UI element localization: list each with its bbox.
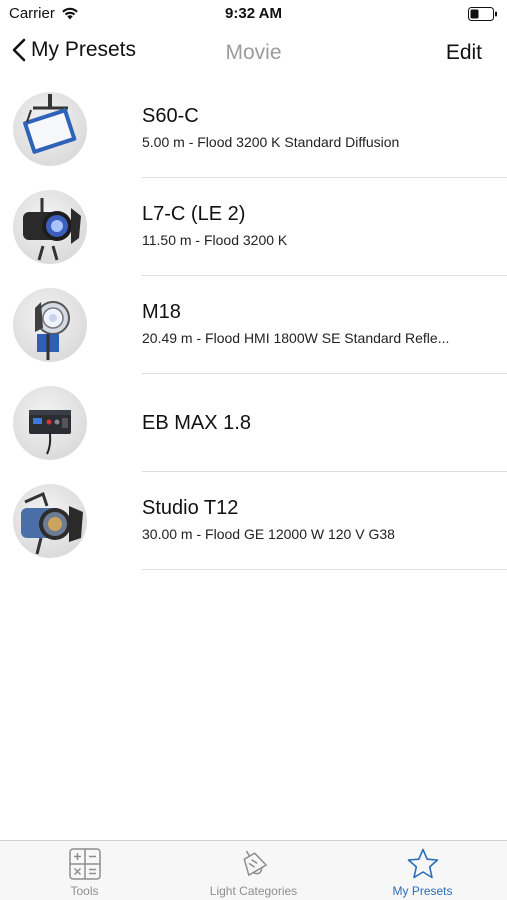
lamp-icon — [242, 850, 267, 877]
preset-name: Studio T12 — [142, 497, 239, 519]
back-button-label: My Presets — [31, 38, 137, 61]
row-divider — [142, 569, 507, 570]
tab-light-categories[interactable]: Light Categories — [169, 841, 338, 900]
calculator-icon — [68, 848, 101, 880]
chevron-left-icon — [12, 38, 26, 62]
ballast-icon — [13, 386, 87, 460]
edit-button[interactable]: Edit — [446, 41, 482, 65]
preset-detail: 20.49 m - Flood HMI 1800W SE Standard Re… — [142, 330, 450, 346]
tab-tools[interactable]: Tools — [0, 841, 169, 900]
preset-name: M18 — [142, 301, 181, 323]
status-bar: Carrier 9:32 AM — [0, 0, 507, 28]
tab-label: My Presets — [392, 884, 453, 898]
preset-row[interactable]: EB MAX 1.8 — [0, 374, 507, 472]
preset-name: EB MAX 1.8 — [142, 412, 251, 434]
tab-bar: Tools Light Categories My Presets — [0, 840, 507, 900]
star-icon — [407, 848, 438, 879]
led-panel-icon — [13, 92, 87, 166]
preset-row[interactable]: M18 20.49 m - Flood HMI 1800W SE Standar… — [0, 276, 507, 374]
preset-name: L7-C (LE 2) — [142, 203, 246, 225]
preset-row[interactable]: S60-C 5.00 m - Flood 3200 K Standard Dif… — [0, 80, 507, 178]
navigation-bar: My Presets Movie Edit — [0, 30, 507, 76]
hmi-light-icon — [13, 288, 87, 362]
battery-icon — [468, 7, 497, 21]
preset-row[interactable]: Studio T12 30.00 m - Flood GE 12000 W 12… — [0, 472, 507, 570]
preset-name: S60-C — [142, 105, 199, 127]
fresnel-light-icon — [13, 190, 87, 264]
studio-fresnel-icon — [13, 484, 87, 558]
preset-detail: 11.50 m - Flood 3200 K — [142, 232, 288, 248]
preset-list: S60-C 5.00 m - Flood 3200 K Standard Dif… — [0, 80, 507, 570]
tab-label: Light Categories — [209, 884, 298, 898]
tab-my-presets[interactable]: My Presets — [338, 841, 507, 900]
preset-detail: 5.00 m - Flood 3200 K Standard Diffusion — [142, 134, 400, 150]
status-time: 9:32 AM — [225, 5, 282, 22]
back-button[interactable]: My Presets — [12, 38, 136, 62]
tab-label: Tools — [70, 884, 99, 898]
preset-row[interactable]: L7-C (LE 2) 11.50 m - Flood 3200 K — [0, 178, 507, 276]
preset-detail: 30.00 m - Flood GE 12000 W 120 V G38 — [142, 526, 395, 542]
